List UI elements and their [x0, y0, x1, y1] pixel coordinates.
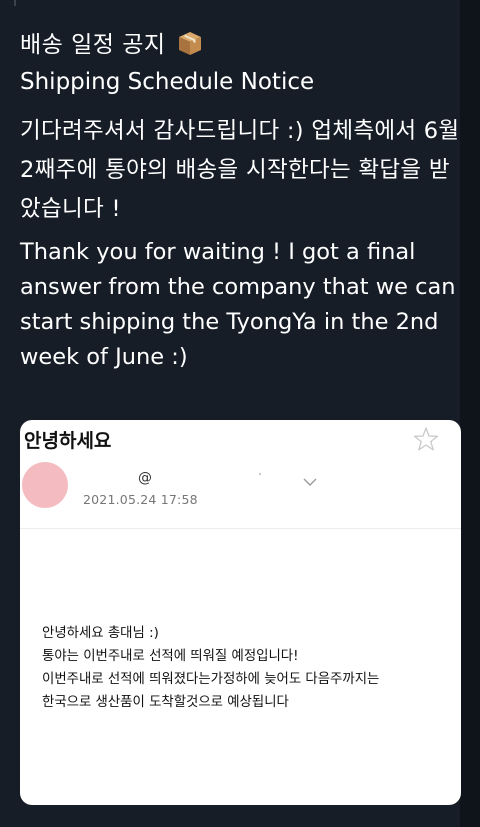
sender-address: @ [138, 470, 152, 486]
title-korean-text: 배송 일정 공지 [20, 32, 166, 58]
email-body-line: 통야는 이번주내로 선적에 띄워질 예정입니다! [42, 649, 299, 664]
message-korean: 기다려주셔서 감사드립니다 :) 업체측에서 6월 2째주에 통야의 배송을 시… [20, 118, 460, 222]
email-body-line: 한국으로 생산품이 도착할것으로 예상됩니다 [42, 695, 289, 710]
title-korean: 배송 일정 공지 [20, 28, 460, 66]
chevron-down-icon[interactable] [303, 472, 317, 486]
right-edge-panel [460, 0, 480, 827]
package-box-icon [177, 30, 203, 66]
email-date: 2021.05.24 17:58 [83, 492, 198, 507]
top-edge-mark [14, 0, 16, 6]
email-body-line: 이번주내로 선적에 띄워졌다는가정하에 늦어도 다음주까지는 [42, 672, 380, 687]
sender-avatar [22, 462, 68, 508]
email-subject: 안녕하세요 [24, 430, 112, 452]
star-outline-icon[interactable] [413, 426, 439, 452]
header-divider [20, 528, 461, 529]
email-body: 안녕하세요 총대님 :) 통야는 이번주내로 선적에 띄워질 예정입니다! 이번… [42, 622, 442, 714]
title-english: Shipping Schedule Notice [20, 69, 315, 95]
email-screenshot-card[interactable]: 안녕하세요 @ 2021.05.24 17:58 안녕하세요 총대님 :) 통야… [20, 420, 461, 805]
sender-separator-dot [259, 473, 261, 475]
tweet-text: 배송 일정 공지 Shipping Schedule Notice 기다려주셔서… [20, 28, 460, 375]
message-english: Thank you for waiting ! I got a final an… [20, 239, 456, 370]
email-body-line: 안녕하세요 총대님 :) [42, 626, 159, 641]
